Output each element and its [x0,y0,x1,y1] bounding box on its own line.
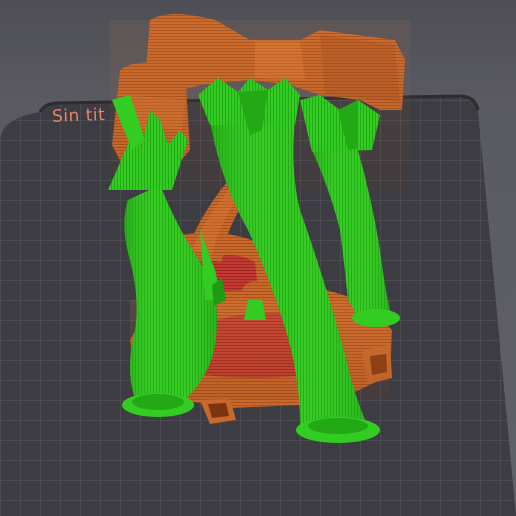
3d-viewport[interactable]: Sin tit [0,0,516,516]
bed-label: Sin tit [51,105,106,127]
slice-preview-scene [0,14,516,516]
